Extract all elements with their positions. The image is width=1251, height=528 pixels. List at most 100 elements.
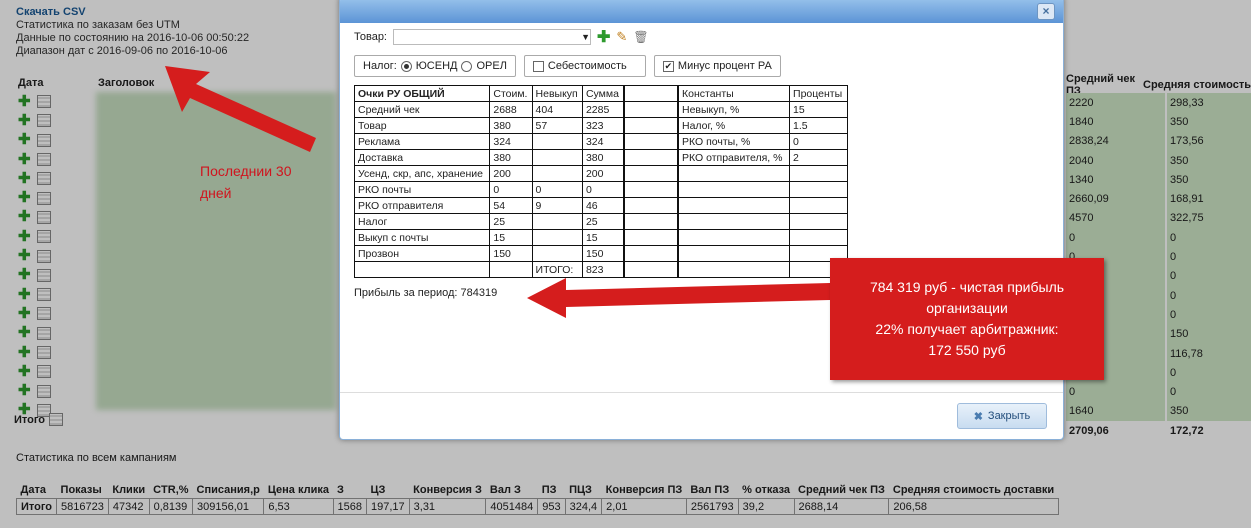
plus-icon[interactable]: ✚: [18, 287, 31, 302]
callout-line4: 172 550 руб: [928, 342, 1006, 358]
close-button-icon: ✖: [973, 410, 983, 423]
plus-icon[interactable]: ✚: [18, 364, 31, 379]
avg-delivery-cell: 150: [1167, 324, 1251, 344]
costs-cell: РКО почты: [353, 181, 491, 198]
plus-icon[interactable]: ✚: [18, 229, 31, 244]
calendar-icon[interactable]: [36, 249, 51, 263]
calendar-icon[interactable]: [36, 288, 51, 302]
table-row: 1640 350: [1066, 401, 1251, 422]
summary-cell: 2561793: [685, 498, 739, 515]
calendar-icon[interactable]: [36, 230, 51, 244]
calendar-icon[interactable]: [36, 365, 51, 379]
calendar-icon[interactable]: [36, 133, 51, 147]
plus-icon[interactable]: ✚: [18, 383, 31, 398]
plus-icon[interactable]: ✚: [18, 209, 31, 224]
plus-icon[interactable]: ✚: [18, 171, 31, 186]
avg-check-cell: 2660,09: [1066, 189, 1167, 209]
constants-cell[interactable]: 15: [789, 101, 848, 118]
plus-icon[interactable]: ✚: [18, 248, 31, 263]
calendar-icon[interactable]: [36, 95, 51, 109]
costs-cell: 2688: [489, 101, 533, 118]
edit-icon[interactable]: ✎: [616, 29, 627, 45]
table-row: 4570 322,75: [1066, 208, 1251, 229]
calendar-icon[interactable]: [36, 384, 51, 398]
avg-delivery-cell: 168,91: [1167, 189, 1251, 209]
row-actions: ✚: [18, 324, 92, 343]
row-actions: ✚: [18, 227, 92, 246]
calendar-icon[interactable]: [36, 210, 51, 224]
summary-header: Конверсия З: [413, 484, 482, 496]
plus-icon[interactable]: ✚: [18, 132, 31, 147]
costs-cell: Налог: [353, 213, 491, 230]
costs-cell: [531, 213, 583, 230]
costs-cell: 380: [581, 149, 625, 166]
costs-cell: 25: [581, 213, 625, 230]
constants-cell: [677, 165, 791, 182]
col-header-date: Дата: [18, 77, 44, 89]
summary-cell: 324,4: [564, 498, 603, 515]
radio-usend[interactable]: [400, 60, 412, 72]
costs-row: Прозвон 150 150: [353, 245, 625, 262]
plus-icon[interactable]: ✚: [18, 190, 31, 205]
download-csv-link[interactable]: Скачать CSV: [16, 6, 86, 18]
table-row: 1840 350: [1066, 112, 1251, 132]
trash-icon[interactable]: 🗑: [633, 30, 648, 44]
plus-icon[interactable]: ✚: [18, 267, 31, 282]
constants-cell[interactable]: 1.5: [789, 117, 848, 134]
constants-cell: Налог, %: [677, 117, 791, 134]
plus-icon[interactable]: ✚: [18, 113, 31, 128]
avg-check-cell: 1340: [1066, 170, 1167, 190]
spacer-cell: [624, 197, 678, 214]
period-note-line2: дней: [200, 185, 232, 201]
summary-cell: 2,01: [601, 498, 687, 515]
costs-cell: 0: [489, 181, 533, 198]
plus-icon[interactable]: ✚: [18, 94, 31, 109]
spacer-cell: [624, 165, 678, 182]
close-button[interactable]: ✖ Закрыть: [957, 403, 1047, 429]
calendar-icon[interactable]: [49, 413, 64, 426]
summary-header: % отказа: [742, 484, 791, 496]
radio-orel[interactable]: [461, 60, 473, 72]
cost-checkbox[interactable]: [532, 60, 544, 72]
calendar-icon[interactable]: [36, 268, 51, 282]
row-actions: ✚: [18, 343, 92, 362]
avg-delivery-cell: 350: [1167, 150, 1251, 171]
calendar-icon[interactable]: [36, 191, 51, 205]
summary-header: Средний чек ПЗ: [798, 484, 885, 496]
costs-cell: 57: [531, 117, 583, 134]
costs-cell: [489, 261, 533, 278]
calendar-icon[interactable]: [36, 172, 51, 186]
costs-cell: 200: [489, 165, 533, 182]
add-icon[interactable]: ✚: [597, 27, 610, 47]
avg-delivery-cell: 350: [1167, 170, 1251, 190]
costs-cell: 15: [581, 229, 625, 246]
calendar-icon[interactable]: [36, 114, 51, 128]
plus-icon[interactable]: ✚: [18, 345, 31, 360]
constants-cell: [789, 181, 848, 198]
avg-check-cell: 4570: [1066, 208, 1167, 229]
calendar-icon[interactable]: [36, 307, 51, 321]
constants-cell: [677, 261, 791, 278]
profit-callout: 784 319 руб - чистая прибыль организации…: [830, 258, 1104, 380]
avg-delivery-cell: 173,56: [1167, 131, 1251, 151]
plus-icon[interactable]: ✚: [18, 152, 31, 167]
constants-cell[interactable]: 2: [789, 149, 848, 166]
close-icon[interactable]: ×: [1037, 3, 1055, 20]
product-select[interactable]: ▼: [393, 29, 591, 45]
calendar-icon[interactable]: [36, 153, 51, 167]
plus-icon[interactable]: ✚: [18, 306, 31, 321]
summary-cell: 2688,14: [793, 498, 890, 515]
calendar-icon[interactable]: [36, 346, 51, 359]
calendar-icon[interactable]: [36, 326, 51, 340]
plus-icon[interactable]: ✚: [18, 325, 31, 340]
spacer-cell: [624, 101, 678, 118]
costs-cell: [531, 229, 583, 246]
row-actions-column: ✚ ✚ ✚ ✚ ✚ ✚ ✚ ✚ ✚ ✚ ✚ ✚ ✚ ✚ ✚ ✚ ✚: [18, 92, 92, 420]
constants-cell: [677, 197, 791, 214]
avg-delivery-cell: 0: [1167, 228, 1251, 248]
constants-cell[interactable]: 0: [789, 133, 848, 150]
summary-cell: 1568: [332, 498, 367, 515]
costs-row: Налог 25 25: [353, 213, 625, 230]
minus-ra-checkbox[interactable]: ✔: [662, 60, 674, 72]
product-label: Товар:: [354, 31, 387, 43]
